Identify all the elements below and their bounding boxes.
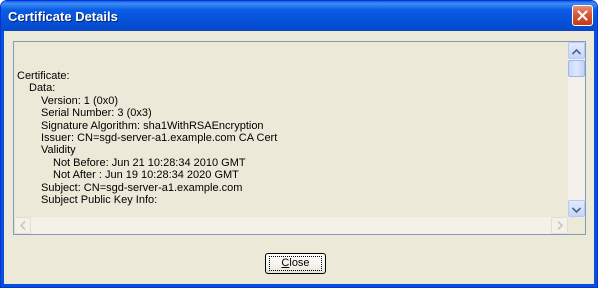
arrow-right-icon (556, 217, 563, 235)
certificate-line: Serial Number: 3 (0x3) (41, 107, 152, 120)
scroll-right-button[interactable] (551, 217, 568, 234)
close-x-icon (577, 10, 588, 21)
certificate-line: Version: 1 (0x0) (41, 94, 119, 107)
certificate-line: Validity (41, 144, 76, 157)
certificate-line: Subject Public Key Info: (41, 194, 158, 207)
window-title: Certificate Details (8, 8, 118, 24)
horizontal-scrollbar[interactable] (14, 217, 568, 234)
scroll-down-button[interactable] (568, 200, 585, 217)
window-frame-left (1, 31, 4, 287)
title-bar[interactable]: Certificate Details (1, 1, 597, 31)
close-button[interactable]: Close (265, 253, 326, 274)
arrow-up-icon (571, 42, 582, 60)
certificate-text-area[interactable]: Certificate: Data: Version: 1 (0x0) Serial … (13, 41, 586, 235)
certificate-line: Issuer: CN=sgd-server-a1.example.com CA … (41, 132, 278, 145)
scrollbar-corner (568, 217, 585, 234)
window-close-button[interactable] (572, 5, 593, 26)
close-button-focus: Close (269, 256, 322, 271)
arrow-left-icon (19, 217, 26, 235)
certificate-line: Data: (29, 82, 56, 95)
certificate-line: Not After : Jun 19 10:28:34 2020 GMT (53, 169, 239, 182)
certificate-line: Not Before: Jun 21 10:28:34 2010 GMT (53, 156, 246, 169)
certificate-text: Certificate: Data: Version: 1 (0x0) Serial … (17, 70, 565, 216)
certificate-line: Certificate: (17, 70, 70, 82)
vertical-scrollbar[interactable] (568, 42, 585, 217)
certificate-line: Signature Algorithm: sha1WithRSAEncrypti… (41, 119, 264, 132)
certificate-details-dialog: Certificate Details Certificate: Data: Ver… (0, 0, 598, 288)
close-button-label: lose (289, 257, 310, 269)
certificate-line: Subject: CN=sgd-server-a1.example.com (41, 181, 243, 194)
scroll-left-button[interactable] (14, 217, 31, 234)
scroll-up-button[interactable] (568, 42, 585, 59)
window-frame-right (594, 31, 597, 287)
vertical-scroll-thumb[interactable] (568, 60, 585, 77)
window-frame-bottom (1, 284, 597, 287)
arrow-down-icon (571, 200, 582, 218)
